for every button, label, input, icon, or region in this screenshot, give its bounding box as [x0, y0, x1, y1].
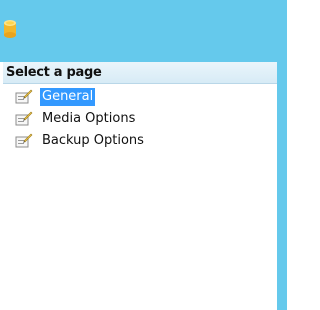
properties-page-icon — [15, 111, 33, 126]
page-item-media-options[interactable]: Media Options — [0, 108, 277, 130]
page-list: General Media Options Backup Options — [0, 86, 277, 152]
database-icon — [4, 20, 16, 38]
properties-page-icon — [15, 89, 33, 104]
page-item-label: Media Options — [42, 111, 136, 126]
select-page-panel: Select a page General Media Options Back… — [0, 62, 277, 310]
page-item-label: Backup Options — [42, 133, 144, 148]
page-item-backup-options[interactable]: Backup Options — [0, 130, 277, 152]
properties-page-icon — [15, 133, 33, 148]
window-right-edge — [277, 62, 287, 310]
page-item-label: General — [40, 88, 96, 106]
panel-title: Select a page — [3, 62, 277, 84]
page-item-general[interactable]: General — [0, 86, 277, 108]
window-titlebar — [0, 0, 287, 62]
